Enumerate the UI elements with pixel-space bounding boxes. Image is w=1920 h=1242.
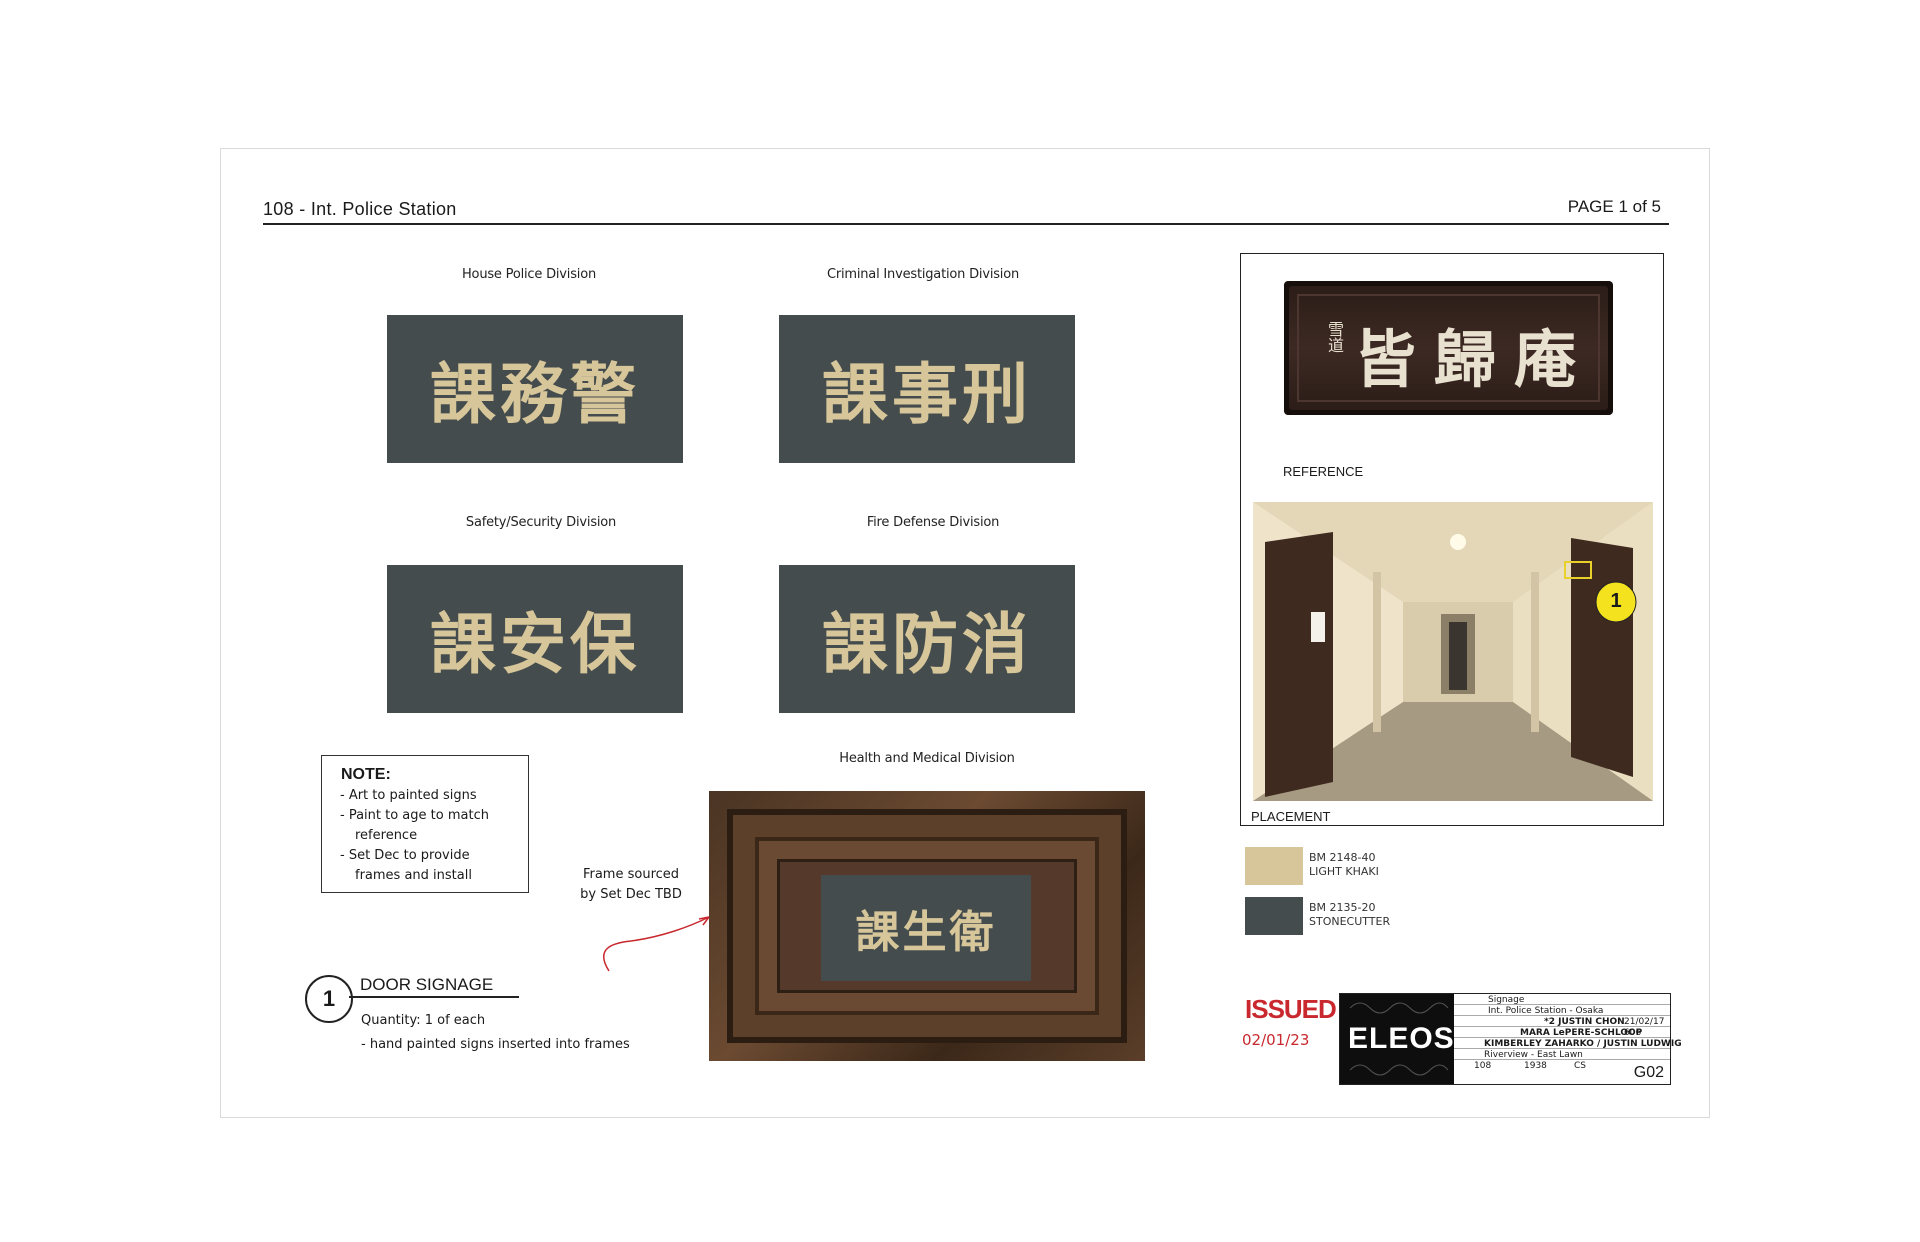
placement-photo: 1: [1253, 502, 1653, 801]
tb-date: 21/02/17: [1624, 1017, 1665, 1027]
issued-stamp: ISSUED: [1245, 994, 1337, 1024]
board-signature: 雪道: [1325, 321, 1344, 353]
sign-caption-criminal-investigation: Criminal Investigation Division: [826, 267, 1020, 282]
placement-marker: 1: [1610, 590, 1622, 612]
door-signage-quantity: Quantity: 1 of each: [361, 1013, 486, 1028]
tb-sheet-number: G02: [1633, 1064, 1664, 1081]
title-block-fields: Signage Int. Police Station - Osaka *2 J…: [1454, 994, 1682, 1084]
tb-episode: 108: [1474, 1061, 1492, 1071]
swatch-code: BM 2148-40: [1309, 851, 1376, 864]
door-signage-rule: [349, 996, 519, 998]
door-signage-description: - hand painted signs inserted into frame…: [361, 1037, 630, 1052]
tb-art-director: KIMBERLEY ZAHARKO / JUSTIN LUDWIG: [1484, 1039, 1682, 1049]
frame-label-line: Frame sourced: [582, 867, 680, 882]
sign-caption-safety-security: Safety/Security Division: [465, 515, 617, 530]
eleos-logo: ELEOS: [1340, 994, 1454, 1084]
board-inscription: 皆歸庵: [1354, 323, 1595, 396]
reference-board-photo: 雪道 皆歸庵: [1284, 281, 1613, 415]
sign-text: 課事刑: [822, 355, 1032, 433]
sign-text: 課生衛: [855, 907, 997, 958]
sign-health-medical: 課生衛: [821, 875, 1031, 981]
reference-label: REFERENCE: [1283, 464, 1364, 479]
swatch-light-khaki: [1245, 847, 1303, 885]
callout-number: 1: [305, 975, 353, 1023]
tb-set: Int. Police Station - Osaka: [1488, 1006, 1604, 1016]
drawing-sheet: 108 - Int. Police Station PAGE 1 of 5 Ho…: [220, 148, 1710, 1118]
note-item-cont: reference: [355, 828, 418, 843]
note-box: NOTE: - Art to painted signs - Paint to …: [321, 755, 529, 893]
callout-arrow-icon: [602, 916, 710, 972]
title-block: ELEOS Signage Int. Police Station - Osak…: [1339, 993, 1682, 1085]
swatch-code: BM 2135-20: [1309, 901, 1376, 914]
door-signage-title: DOOR SIGNAGE: [360, 975, 494, 994]
note-item: - Paint to age to match: [340, 808, 489, 823]
sign-text: 課防消: [822, 605, 1032, 683]
sign-fire-defense: 課防消: [779, 565, 1075, 713]
sign-caption-fire-defense: Fire Defense Division: [866, 515, 1000, 530]
note-item: - Set Dec to provide: [340, 848, 470, 863]
swatch-label: BM 2135-20 STONECUTTER: [1309, 901, 1390, 929]
sign-criminal-investigation: 課事刑: [779, 315, 1075, 463]
header-rule: [263, 223, 1669, 225]
page-number: PAGE 1 of 5: [1567, 197, 1661, 216]
tb-location: Riverview - East Lawn: [1484, 1050, 1583, 1060]
swatch-name: LIGHT KHAKI: [1309, 865, 1379, 878]
sign-caption-health-medical: Health and Medical Division: [839, 751, 1015, 766]
issued-date: 02/01/23: [1242, 1031, 1310, 1049]
sign-safety-security: 課安保: [387, 565, 683, 713]
note-item: - Art to painted signs: [340, 788, 477, 803]
tb-title: Signage: [1488, 995, 1525, 1005]
logo-wordmark: ELEOS: [1348, 1022, 1455, 1055]
sign-house-police: 課務警: [387, 315, 683, 463]
reference-panel: 雪道 皆歸庵 REFERENCE 1 PLACEMENT: [1240, 253, 1664, 826]
swatch-label: BM 2148-40 LIGHT KHAKI: [1309, 851, 1379, 879]
tb-row: [1454, 994, 1670, 1005]
frame-source-label: Frame sourced by Set Dec TBD: [561, 865, 701, 905]
swatch-stonecutter: [1245, 897, 1303, 935]
swatch-name: STONECUTTER: [1309, 915, 1391, 928]
note-title: NOTE:: [341, 766, 391, 783]
tb-set-no: 606: [1624, 1028, 1642, 1038]
tb-drawn-by: CS: [1574, 1061, 1586, 1071]
note-item-cont: frames and install: [355, 868, 472, 883]
sign-caption-house-police: House Police Division: [461, 267, 596, 282]
tb-director: *2 JUSTIN CHON: [1544, 1017, 1625, 1027]
wooden-frame-photo: 課生衛: [709, 791, 1145, 1061]
placement-label: PLACEMENT: [1251, 809, 1331, 824]
sheet-title: 108 - Int. Police Station: [263, 199, 457, 219]
tb-year: 1938: [1524, 1061, 1547, 1071]
hallway-illustration-icon: [1253, 502, 1653, 801]
frame-label-line: by Set Dec TBD: [580, 887, 682, 902]
sign-text: 課安保: [430, 605, 640, 683]
note-list: - Art to painted signs - Paint to age to…: [340, 786, 489, 886]
sign-text: 課務警: [430, 355, 640, 433]
